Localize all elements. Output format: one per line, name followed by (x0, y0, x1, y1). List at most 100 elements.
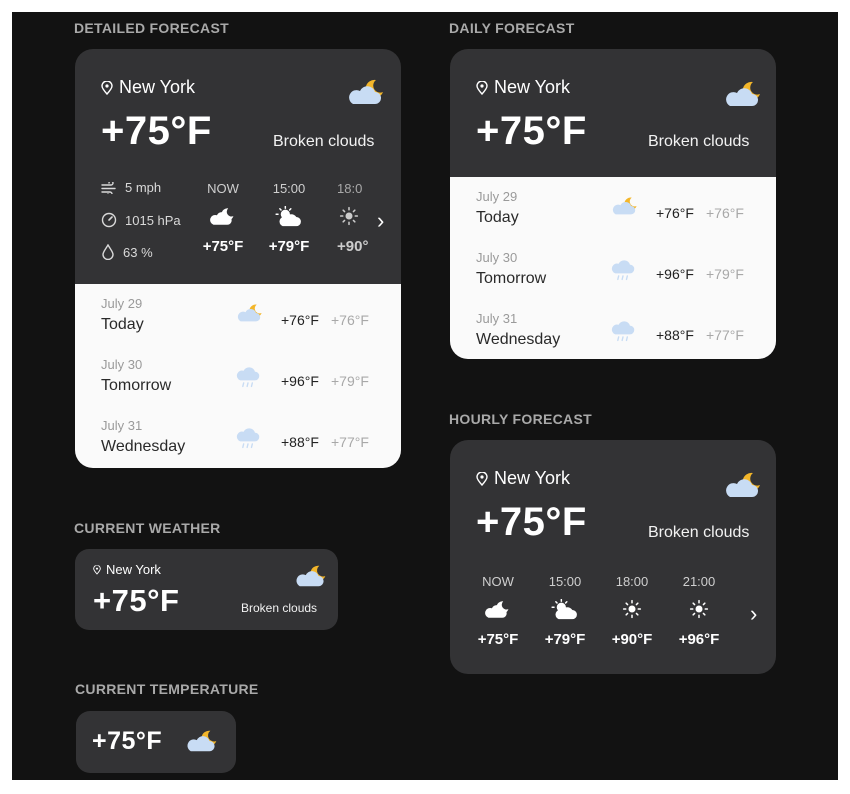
day-low: +79°F (331, 373, 369, 389)
day-date: July 31 (101, 418, 143, 433)
rain-cloud-icon (235, 363, 261, 389)
pressure-value: 1015 hPa (125, 212, 181, 228)
day-high: +88°F (656, 327, 694, 343)
current-temperature: +75°F (476, 109, 587, 153)
hour-time: NOW (207, 181, 239, 196)
daily-list: July 29 Today +76°F +76°F July 30 Tomorr… (450, 177, 776, 359)
day-row[interactable]: July 29 Today +76°F +76°F (75, 288, 401, 348)
wind-stat: 5 mph (101, 180, 161, 195)
humidity-value: 63 % (123, 244, 153, 260)
location: New York (93, 562, 161, 577)
day-date: July 30 (476, 250, 518, 265)
wind-icon (101, 181, 116, 194)
location-pin-icon (93, 565, 101, 575)
rain-cloud-icon (610, 317, 636, 343)
location-pin-icon (101, 81, 113, 95)
section-title-hourly: HOURLY FORECAST (449, 411, 592, 427)
day-date: July 30 (101, 357, 143, 372)
hour-column: NOW +75°F (193, 181, 253, 255)
day-name: Tomorrow (101, 377, 172, 394)
hour-time: 21:00 (682, 574, 716, 589)
wind-value: 5 mph (125, 180, 162, 195)
location: New York (476, 468, 570, 489)
moon-cloud-icon (184, 728, 218, 754)
location-name: New York (494, 77, 571, 97)
hour-column: 15:00 +79°F (259, 181, 319, 255)
section-title-detailed: DETAILED FORECAST (74, 20, 229, 36)
moon-cloud-icon (293, 563, 327, 589)
sun-icon (689, 599, 709, 619)
hour-time: 15:00 (272, 181, 306, 196)
hourly-forecast-card[interactable]: New York +75°F Broken clouds NOW +75°F 1… (450, 440, 776, 674)
day-low: +77°F (331, 434, 369, 450)
daily-list: July 29 Today +76°F +76°F July 30 Tomorr… (75, 284, 401, 468)
widget-board: DETAILED FORECAST New York +75°F Broken … (12, 12, 838, 780)
day-row[interactable]: July 30 Tomorrow +96°F +79°F (450, 242, 776, 302)
day-row[interactable]: July 31 Wednesday +88°F +77°F (75, 410, 401, 468)
location-pin-icon (476, 81, 488, 95)
pressure-stat: 1015 hPa (101, 212, 181, 228)
current-temperature: +75°F (93, 583, 180, 618)
location-name: New York (106, 562, 161, 577)
sun-cloud-icon (275, 206, 303, 228)
sun-cloud-icon (551, 599, 579, 621)
section-title-current-weather: CURRENT WEATHER (74, 520, 221, 536)
day-name: Today (101, 316, 144, 333)
hour-column: NOW +75°F (468, 574, 528, 648)
current-temperature: +75°F (101, 109, 212, 153)
hour-time: 18:00 (615, 574, 649, 589)
section-title-daily: DAILY FORECAST (449, 20, 575, 36)
section-title-current-temperature: CURRENT TEMPERATURE (75, 681, 259, 697)
hour-temp: +90° (337, 238, 369, 255)
day-row[interactable]: July 30 Tomorrow +96°F +79°F (75, 349, 401, 409)
chevron-right-icon[interactable]: › (750, 601, 757, 627)
location-name: New York (494, 468, 571, 488)
day-low: +76°F (331, 312, 369, 328)
day-name: Wednesday (476, 331, 561, 348)
day-low: +76°F (706, 205, 744, 221)
day-high: +76°F (281, 312, 319, 328)
current-temperature-card[interactable]: +75°F (76, 711, 236, 773)
moon-cloud-icon (722, 79, 762, 109)
hour-column: 15:00 +79°F (535, 574, 595, 648)
day-date: July 29 (476, 189, 518, 204)
location-pin-icon (476, 472, 488, 486)
hour-temp: +79°F (544, 631, 586, 648)
day-high: +76°F (656, 205, 694, 221)
day-name: Wednesday (101, 438, 186, 455)
location: New York (101, 77, 195, 98)
daily-forecast-card[interactable]: New York +75°F Broken clouds July 29 Tod… (450, 49, 776, 359)
detailed-forecast-card[interactable]: New York +75°F Broken clouds 5 mph 1015 … (75, 49, 401, 468)
hour-column: 18:0 +90° (325, 181, 371, 255)
day-name: Tomorrow (476, 270, 547, 287)
current-weather-card[interactable]: New York +75°F Broken clouds (75, 549, 338, 630)
hour-temp: +79°F (268, 238, 310, 255)
moon-cloud-icon (235, 302, 263, 324)
droplet-icon (102, 244, 114, 260)
condition-text: Broken clouds (648, 133, 750, 150)
condition-text: Broken clouds (241, 601, 318, 615)
rain-cloud-icon (235, 424, 261, 450)
day-low: +79°F (706, 266, 744, 282)
day-row[interactable]: July 29 Today +76°F +76°F (450, 181, 776, 241)
current-temperature: +75°F (92, 727, 163, 755)
condition-text: Broken clouds (648, 524, 750, 541)
day-low: +77°F (706, 327, 744, 343)
pressure-gauge-icon (101, 212, 117, 228)
hour-temp: +90°F (611, 631, 653, 648)
moon-cloud-icon (345, 77, 385, 107)
day-date: July 31 (476, 311, 518, 326)
rain-cloud-icon (610, 256, 636, 282)
hour-column: 21:00 +96°F (669, 574, 729, 648)
day-name: Today (476, 209, 519, 226)
hour-time: 15:00 (548, 574, 582, 589)
current-temperature: +75°F (476, 500, 587, 544)
chevron-right-icon[interactable]: › (377, 208, 384, 234)
day-high: +96°F (656, 266, 694, 282)
hour-time: NOW (482, 574, 514, 589)
day-high: +88°F (281, 434, 319, 450)
hour-temp: +75°F (477, 631, 519, 648)
hour-temp: +75°F (202, 238, 244, 255)
day-row[interactable]: July 31 Wednesday +88°F +77°F (450, 303, 776, 359)
day-date: July 29 (101, 296, 143, 311)
